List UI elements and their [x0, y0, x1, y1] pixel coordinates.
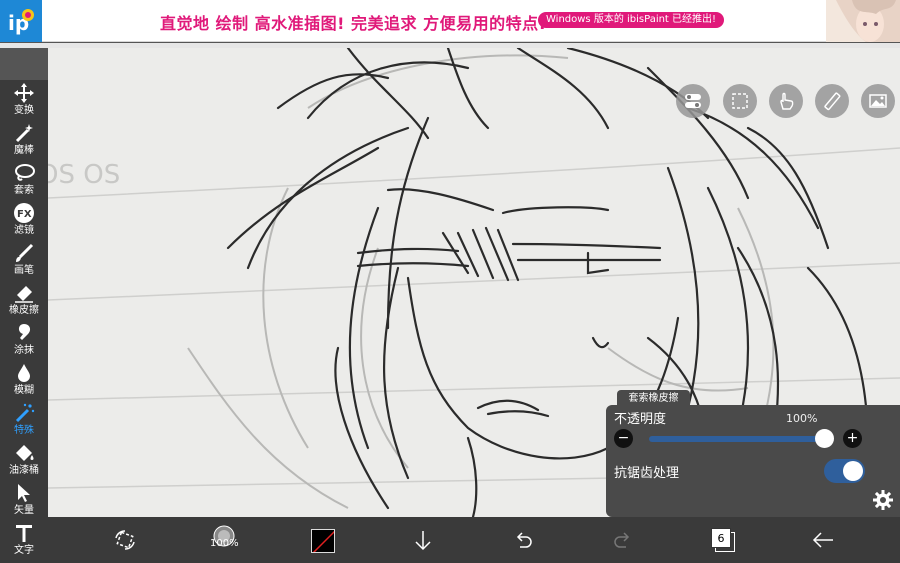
layers-count: 6: [711, 528, 731, 548]
undo-icon: [516, 532, 532, 548]
ad-headline: 直觉地 绘制 高水准插图! 完美追求 方便易用的特点!: [160, 14, 547, 33]
down-arrow-button[interactable]: [408, 525, 438, 555]
rotate-icon: [115, 530, 135, 550]
brush-size-label: 100%: [210, 538, 239, 549]
smudge-icon: [18, 324, 31, 340]
redo-button[interactable]: [608, 525, 638, 555]
move-icon: [14, 83, 34, 103]
tool-sidebar: 变换 魔棒 套索 FX 滤镜 画笔 橡皮擦 涂抹 模糊 特殊 油漆桶 矢量 文字: [0, 80, 48, 563]
tool-blur[interactable]: 模糊: [0, 360, 48, 400]
undo-button[interactable]: [508, 525, 538, 555]
back-button[interactable]: [808, 525, 838, 555]
antialias-label: 抗锯齿处理: [614, 466, 680, 481]
tool-lasso[interactable]: 套索: [0, 160, 48, 200]
selection-area-button[interactable]: [723, 84, 757, 118]
tool-text[interactable]: 文字: [0, 520, 48, 560]
svg-text:OS OS: OS OS: [48, 160, 120, 190]
toggle-settings-icon: [685, 94, 701, 108]
special-icon: [15, 403, 35, 423]
tool-magic-wand[interactable]: 魔棒: [0, 120, 48, 160]
lasso-icon: [15, 164, 35, 181]
vector-icon: [18, 484, 30, 502]
tool-label: 特殊: [14, 425, 34, 436]
ruler-button[interactable]: [815, 84, 849, 118]
tool-label: 油漆桶: [9, 465, 39, 476]
tool-bucket[interactable]: 油漆桶: [0, 440, 48, 480]
text-icon: [16, 525, 32, 542]
bucket-icon: [16, 445, 34, 461]
tool-label: 矢量: [14, 505, 34, 516]
eraser-icon: [15, 286, 33, 303]
touch-mode-button[interactable]: [769, 84, 803, 118]
svg-text:FX: FX: [17, 209, 32, 220]
tool-label: 文字: [14, 545, 34, 556]
fx-icon: FX: [14, 203, 34, 223]
arrow-down-icon: [415, 531, 431, 551]
tool-vector[interactable]: 矢量: [0, 480, 48, 520]
tool-smudge[interactable]: 涂抹: [0, 320, 48, 360]
tool-label: 滤镜: [14, 225, 34, 236]
opacity-decrease-button[interactable]: −: [614, 429, 633, 448]
dashed-frame-icon: [732, 93, 748, 109]
tool-label: 橡皮擦: [9, 305, 39, 316]
magic-wand-icon: [15, 124, 33, 143]
blur-icon: [18, 364, 30, 382]
color-swatch[interactable]: [311, 529, 335, 553]
tool-label: 涂抹: [14, 345, 34, 356]
ad-portrait-image: [826, 0, 900, 42]
tool-eraser[interactable]: 橡皮擦: [0, 280, 48, 320]
antialias-toggle[interactable]: [824, 459, 865, 483]
tool-label: 变换: [14, 105, 34, 116]
hand-pointer-icon: [780, 92, 794, 110]
lasso-eraser-panel: 不透明度 100% − + 抗锯齿处理: [606, 405, 900, 517]
tool-label: 魔棒: [14, 145, 34, 156]
rotate-canvas-button[interactable]: [110, 525, 140, 555]
tool-filter[interactable]: FX 滤镜: [0, 200, 48, 240]
tool-transform[interactable]: 变换: [0, 80, 48, 120]
tool-label: 模糊: [14, 385, 34, 396]
opacity-increase-button[interactable]: +: [843, 429, 862, 448]
color-slash-icon: [312, 530, 334, 552]
reference-image-button[interactable]: [861, 84, 895, 118]
ad-windows-pill[interactable]: Windows 版本的 ibisPaint 已经推出!: [538, 12, 725, 28]
tool-label: 画笔: [14, 265, 34, 276]
panel-settings-button[interactable]: [872, 489, 894, 511]
tool-label: 套索: [14, 185, 34, 196]
gear-icon: [873, 490, 893, 510]
tool-brush[interactable]: 画笔: [0, 240, 48, 280]
canvas-settings-button[interactable]: [676, 84, 710, 118]
opacity-label: 不透明度: [614, 412, 667, 427]
tool-special[interactable]: 特殊: [0, 400, 48, 440]
toggle-knob: [843, 461, 863, 481]
ibispaint-logo: ip: [0, 0, 42, 42]
layers-button[interactable]: 6: [708, 525, 738, 555]
ad-banner[interactable]: ip 直觉地 绘制 高水准插图! 完美追求 方便易用的特点! Windows 版…: [0, 0, 900, 42]
brush-icon: [16, 243, 34, 262]
opacity-slider[interactable]: [649, 436, 825, 442]
image-icon: [869, 94, 887, 108]
opacity-slider-knob[interactable]: [815, 429, 834, 448]
ruler-icon: [824, 92, 841, 111]
opacity-value: 100%: [786, 412, 818, 425]
bottom-toolbar: 100% 6: [48, 517, 900, 563]
arrow-left-icon: [812, 532, 833, 548]
redo-icon: [614, 532, 630, 548]
